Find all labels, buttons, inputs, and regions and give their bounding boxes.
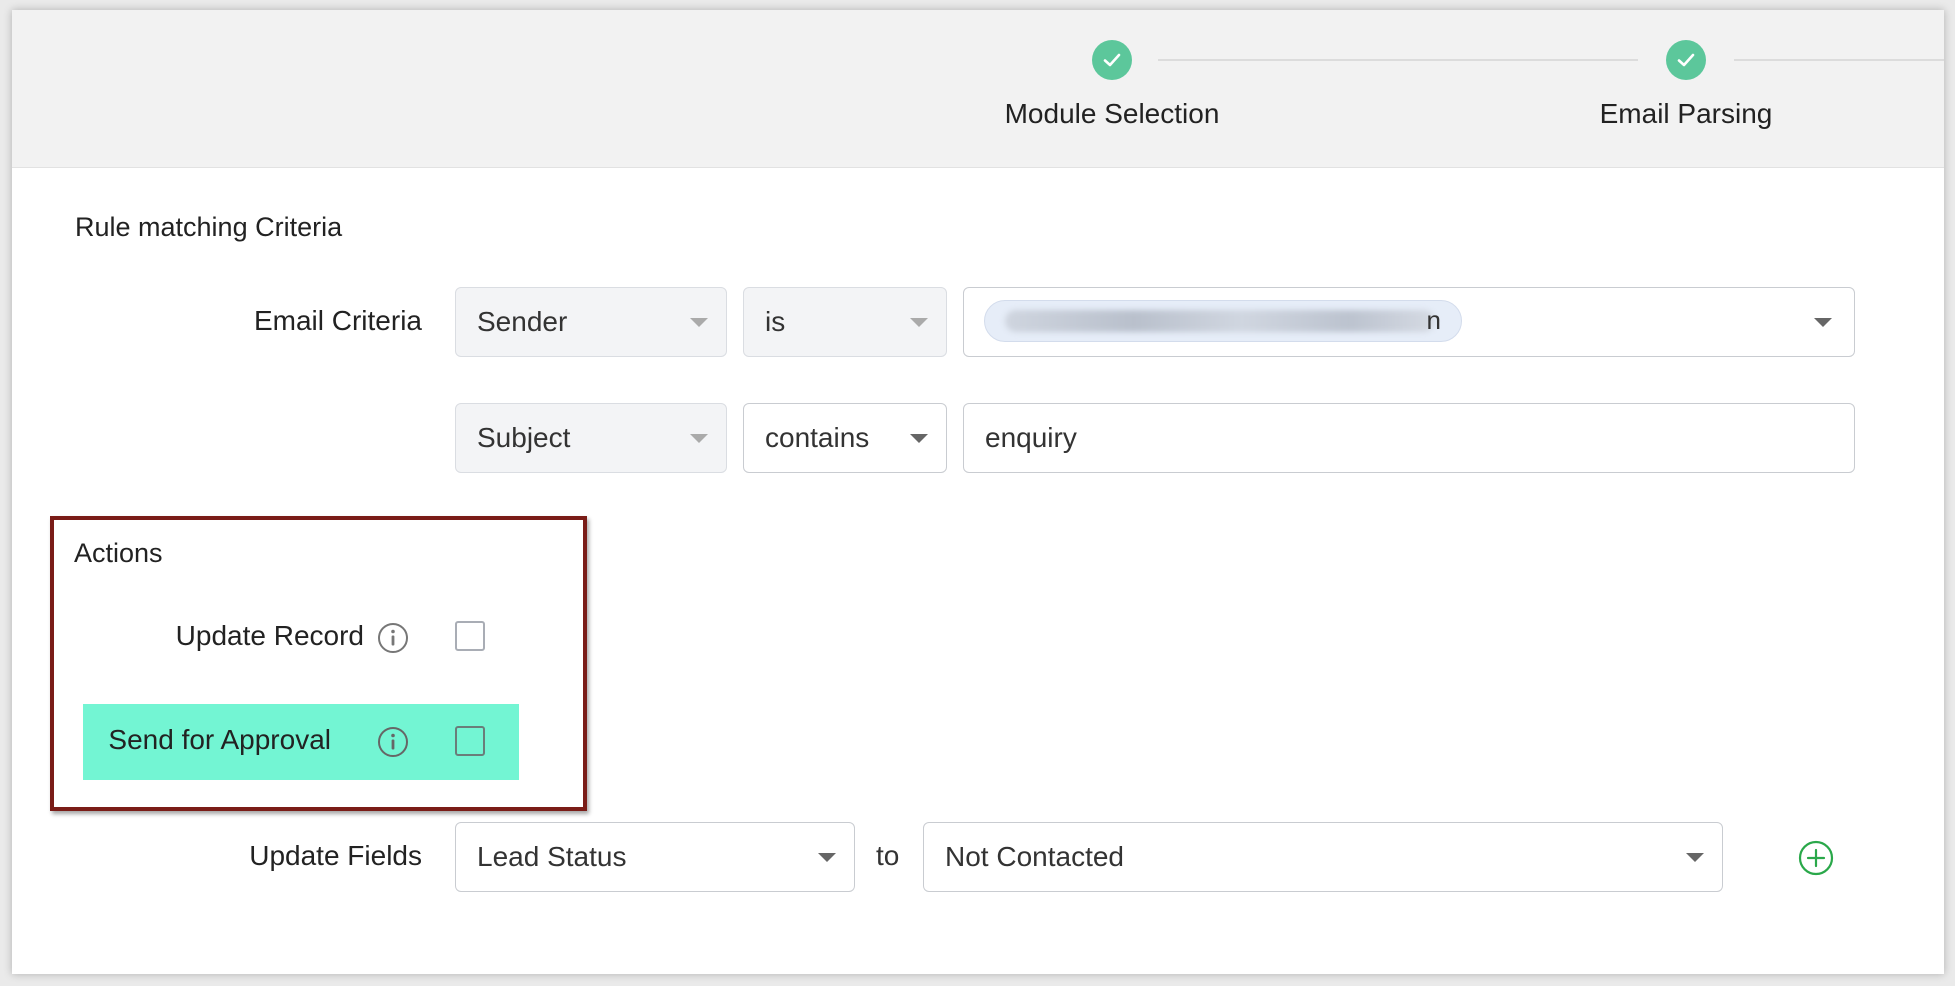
- sender-email-chip[interactable]: n: [984, 300, 1462, 342]
- update-fields-label: Update Fields: [249, 840, 422, 871]
- check-icon: [1092, 40, 1132, 80]
- wizard-stepper: Module Selection Email Parsing: [12, 10, 1944, 168]
- criteria-operator-select-is[interactable]: is: [743, 287, 947, 357]
- actions-title: Actions: [74, 538, 163, 568]
- subject-value-input[interactable]: enquiry: [963, 403, 1855, 473]
- select-value: Sender: [477, 306, 568, 337]
- plus-circle-icon[interactable]: [1798, 840, 1834, 876]
- redacted-email: [1005, 310, 1435, 332]
- update-value-select[interactable]: Not Contacted: [923, 822, 1723, 892]
- caret-down-icon: [818, 853, 836, 862]
- select-value: Lead Status: [477, 841, 627, 872]
- connector-to: to: [876, 840, 900, 871]
- criteria-operator-select-contains[interactable]: contains: [743, 403, 947, 473]
- select-value: Subject: [477, 422, 571, 453]
- update-field-select[interactable]: Lead Status: [455, 822, 855, 892]
- step-email-parsing[interactable]: Email Parsing: [1536, 40, 1836, 130]
- caret-down-icon: [910, 434, 928, 443]
- select-value: Not Contacted: [945, 841, 1124, 872]
- update-record-checkbox[interactable]: [455, 621, 485, 651]
- send-for-approval-row: Send for Approval: [83, 704, 519, 780]
- caret-down-icon: [690, 318, 708, 327]
- send-for-approval-checkbox[interactable]: [455, 726, 485, 756]
- select-value: contains: [765, 422, 870, 453]
- send-for-approval-label: Send for Approval: [108, 724, 331, 755]
- input-value: enquiry: [985, 422, 1077, 453]
- update-record-label: Update Record: [175, 620, 364, 651]
- chip-text-tail: n: [1426, 305, 1441, 335]
- check-icon: [1666, 40, 1706, 80]
- criteria-field-select-subject[interactable]: Subject: [455, 403, 727, 473]
- info-icon[interactable]: [377, 726, 409, 758]
- select-value: is: [765, 306, 786, 337]
- step-label: Module Selection: [1004, 98, 1220, 129]
- step-label: Email Parsing: [1599, 98, 1773, 129]
- caret-down-icon: [1686, 853, 1704, 862]
- info-icon[interactable]: [377, 622, 409, 654]
- step-module-selection[interactable]: Module Selection: [962, 40, 1262, 130]
- caret-down-icon: [1814, 318, 1832, 327]
- email-criteria-label: Email Criteria: [253, 305, 422, 336]
- criteria-field-select-sender[interactable]: Sender: [455, 287, 727, 357]
- caret-down-icon: [910, 318, 928, 327]
- caret-down-icon: [690, 434, 708, 443]
- sender-value-select[interactable]: n: [963, 287, 1855, 357]
- rule-matching-title: Rule matching Criteria: [75, 212, 343, 242]
- email-parser-rule-panel: Module Selection Email Parsing Rule matc…: [12, 10, 1944, 974]
